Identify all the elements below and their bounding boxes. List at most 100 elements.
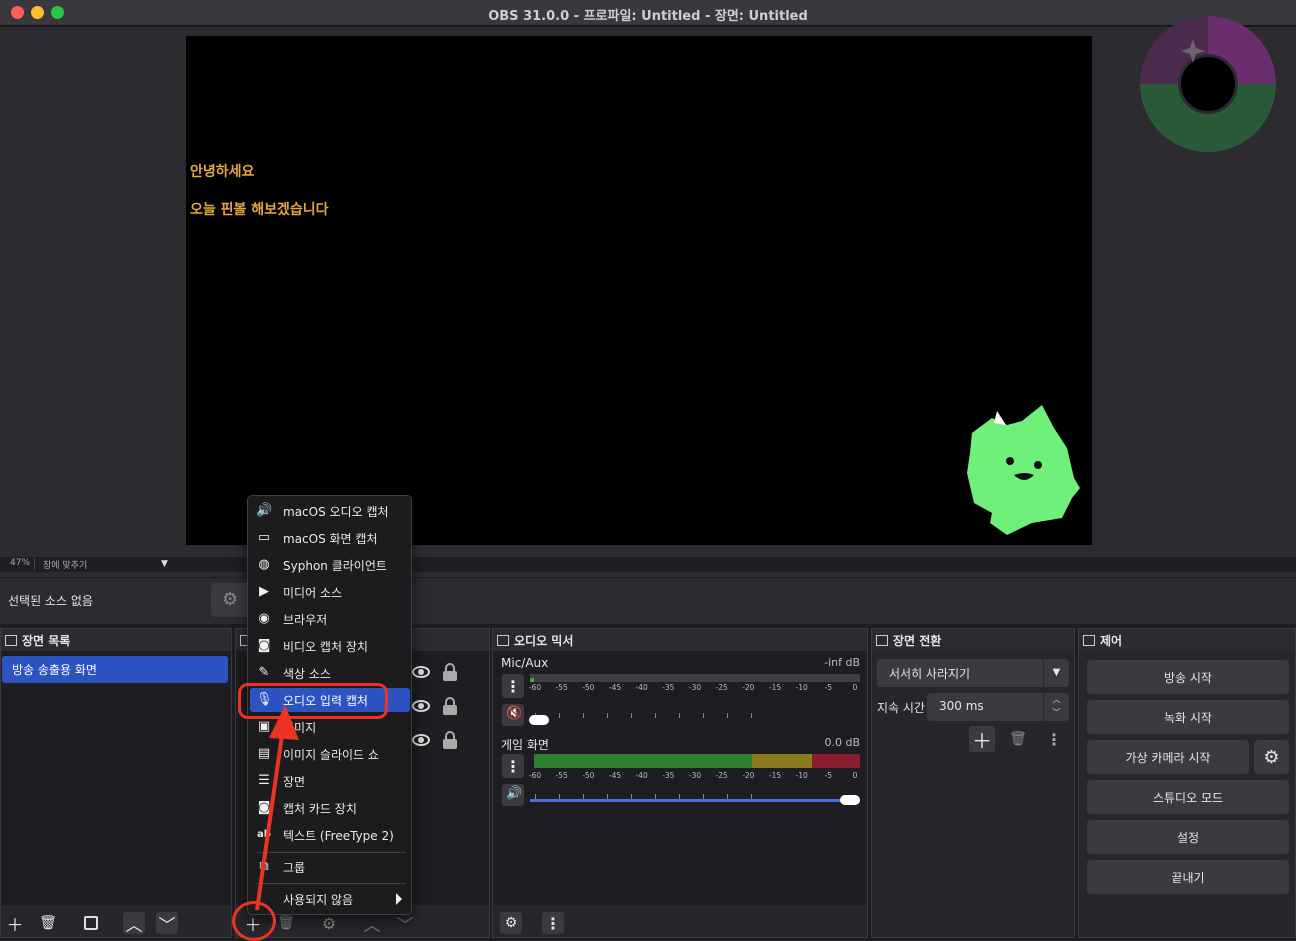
add-transition-button[interactable]: ＋ — [969, 726, 995, 753]
move-scene-down-button[interactable]: ﹀ — [156, 912, 178, 936]
source-row[interactable] — [412, 661, 472, 685]
window-title: OBS 31.0.0 - 프로파일: Untitled - 장면: Untitl… — [488, 9, 808, 24]
globe-icon: ◉ — [258, 611, 270, 626]
exit-button[interactable]: 끝내기 — [1087, 860, 1289, 894]
kebab-icon: ⋮ — [545, 913, 561, 933]
zoom-level: 47% — [10, 558, 31, 568]
preview-status-bar — [0, 557, 1296, 572]
transitions-title: 장면 전환 — [893, 633, 942, 648]
menu-item-label: macOS 화면 캡처 — [283, 531, 378, 546]
visibility-eye-icon[interactable] — [412, 734, 430, 746]
db-tick-label: -60 — [528, 683, 542, 692]
virtual-camera-settings-button[interactable]: ⚙ — [1254, 740, 1289, 774]
start-streaming-button[interactable]: 방송 시작 — [1087, 660, 1289, 694]
mixer-title: 오디오 믹서 — [514, 633, 574, 648]
monitor-icon: ▭ — [257, 530, 271, 545]
volume-slider[interactable] — [529, 715, 549, 725]
lock-icon[interactable] — [443, 731, 457, 749]
db-tick-label: 0 — [852, 683, 858, 692]
remove-source-button[interactable]: 🗑 — [275, 912, 297, 934]
channel-name: Mic/Aux — [501, 656, 549, 670]
lock-icon[interactable] — [443, 697, 457, 715]
db-tick-label: -40 — [635, 683, 648, 692]
channel-menu-button[interactable]: ⋮ — [502, 674, 524, 698]
remove-transition-button[interactable]: 🗑 — [1007, 728, 1029, 750]
visibility-eye-icon[interactable] — [412, 666, 430, 678]
gear-icon: ⚙ — [504, 915, 518, 931]
horizontal-scrollbar[interactable] — [0, 572, 1296, 577]
scenes-list[interactable] — [1, 651, 231, 905]
mute-button[interactable]: 🔇 — [502, 704, 524, 726]
dock-float-icon[interactable] — [5, 634, 17, 646]
preview-canvas[interactable] — [186, 36, 1092, 545]
mixer-menu-button[interactable]: ⋮ — [542, 912, 564, 934]
menu-item-browser[interactable]: ◉ 브라우저 — [250, 607, 410, 631]
db-tick-label: -10 — [795, 683, 808, 692]
trash-icon: 🗑 — [1009, 731, 1027, 747]
db-tick-label: -35 — [662, 771, 675, 780]
dock-float-icon[interactable] — [1083, 634, 1095, 646]
menu-item-label: macOS 오디오 캡처 — [283, 504, 389, 519]
volume-tick — [631, 713, 632, 718]
move-scene-up-button[interactable]: ︿ — [123, 912, 145, 936]
menu-item-label: 미디어 소스 — [283, 585, 343, 600]
fit-to-window-label[interactable]: 창에 맞추기 — [43, 558, 87, 571]
scene-filters-button[interactable] — [80, 912, 102, 934]
channel-menu-button[interactable]: ⋮ — [502, 754, 524, 778]
volume-tick — [727, 713, 728, 718]
menu-item-video-capture-device[interactable]: ◙ 비디오 캡처 장치 — [250, 634, 410, 658]
settings-button[interactable]: 설정 — [1087, 820, 1289, 854]
start-virtual-camera-button[interactable]: 가상 카메라 시작 — [1087, 740, 1249, 774]
transition-type-select[interactable]: 서서히 사라지기 ▼ — [877, 659, 1069, 687]
level-meter — [530, 674, 860, 682]
move-source-down-button[interactable]: ﹀ — [394, 912, 416, 936]
level-meter-peak — [812, 754, 860, 768]
gamepad-icon: ◍ — [258, 557, 270, 572]
volume-button[interactable]: 🔊 — [502, 784, 524, 806]
camera-icon: ◙ — [257, 638, 271, 653]
add-scene-button[interactable]: ＋ — [4, 912, 26, 936]
menu-item-macos-audio-capture[interactable]: 🔊 macOS 오디오 캡처 — [250, 499, 410, 523]
source-properties-button[interactable]: ⚙ — [211, 583, 251, 617]
chevron-down-icon: ▼ — [1043, 659, 1069, 687]
channel-db: -inf dB — [824, 656, 860, 669]
fit-dropdown-icon[interactable]: ▼ — [161, 559, 168, 569]
dock-float-icon[interactable] — [876, 634, 888, 646]
menu-item-macos-screen-capture[interactable]: ▭ macOS 화면 캡처 — [250, 526, 410, 550]
volume-ticks — [530, 713, 860, 718]
studio-mode-button[interactable]: 스튜디오 모드 — [1087, 780, 1289, 814]
remove-scene-button[interactable]: 🗑 — [37, 912, 59, 934]
menu-item-color-source[interactable]: ✎ 색상 소스 — [250, 661, 410, 685]
db-tick-label: 0 — [852, 771, 858, 780]
menu-item-media-source[interactable]: ▶ 미디어 소스 — [250, 580, 410, 604]
stepper-icon[interactable]: ︿ ﹀ — [1043, 693, 1069, 721]
scene-item[interactable]: 방송 송출용 화면 — [2, 656, 228, 683]
volume-slider[interactable] — [840, 795, 860, 805]
start-recording-button[interactable]: 녹화 시작 — [1087, 700, 1289, 734]
preview-text-subtitle: 오늘 핀볼 해보겠습니다 — [190, 202, 329, 218]
advanced-audio-button[interactable]: ⚙ — [500, 912, 522, 934]
lock-icon[interactable] — [443, 663, 457, 681]
db-tick-label: -10 — [795, 771, 808, 780]
volume-tick — [703, 713, 704, 718]
trash-icon: 🗑 — [277, 915, 295, 931]
duration-value: 300 ms — [939, 699, 984, 713]
source-row[interactable] — [412, 729, 472, 753]
menu-item-syphon-client[interactable]: ◍ Syphon 클라이언트 — [250, 553, 410, 577]
source-row[interactable] — [412, 695, 472, 719]
duration-input[interactable]: 300 ms ︿ ﹀ — [927, 693, 1069, 721]
dock-float-icon[interactable] — [497, 634, 509, 646]
source-properties-footer-button[interactable]: ⚙ — [318, 912, 340, 934]
transition-menu-button[interactable]: ⋮ — [1043, 728, 1065, 750]
db-tick-label: -55 — [555, 683, 568, 692]
volume-tick — [751, 713, 752, 718]
volume-tick — [583, 713, 584, 718]
chevron-down-icon: ﹀ — [158, 915, 176, 936]
visibility-eye-icon[interactable] — [412, 700, 430, 712]
move-source-up-button[interactable]: ︿ — [361, 912, 383, 936]
db-tick-label: -45 — [608, 683, 622, 692]
db-tick-label: -50 — [582, 683, 595, 692]
scenes-title: 장면 목록 — [22, 633, 71, 648]
play-icon: ▶ — [259, 584, 269, 599]
volume-slider-track[interactable] — [530, 799, 860, 802]
